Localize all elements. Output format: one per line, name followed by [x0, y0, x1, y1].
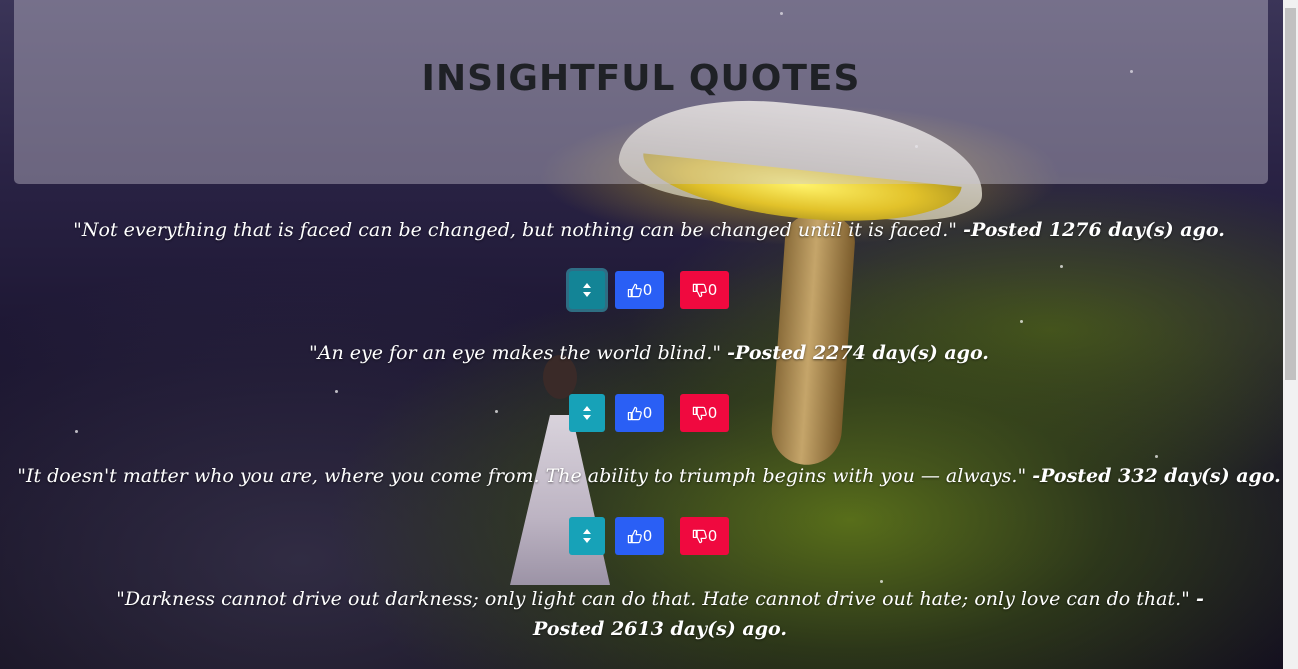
dislike-count: 0 [707, 404, 718, 422]
quote-item: "Not everything that is faced can be cha… [0, 215, 1298, 245]
thumbs-up-icon [627, 529, 642, 543]
like-count: 0 [642, 281, 653, 299]
quote-text: "Darkness cannot drive out darkness; onl… [116, 588, 1190, 610]
thumbs-up-icon [627, 406, 642, 420]
quote-actions: 0 0 [0, 271, 1298, 309]
quote-posted: -Posted 2274 day(s) ago. [727, 342, 989, 364]
quote-item: "Darkness cannot drive out darkness; onl… [100, 584, 1220, 644]
quote-item: "It doesn't matter who you are, where yo… [0, 461, 1298, 491]
quote-actions: 0 0 [0, 517, 1298, 555]
thumbs-down-icon [692, 529, 707, 543]
quote-text: "Not everything that is faced can be cha… [73, 219, 958, 241]
dislike-button[interactable]: 0 [680, 394, 729, 432]
dislike-count: 0 [707, 527, 718, 545]
like-count: 0 [642, 527, 653, 545]
quote-posted: -Posted 332 day(s) ago. [1032, 465, 1281, 487]
sort-icon [583, 283, 591, 297]
quote-text: "An eye for an eye makes the world blind… [309, 342, 722, 364]
quote-actions: 0 0 [0, 394, 1298, 432]
quote-item: "An eye for an eye makes the world blind… [0, 338, 1298, 368]
page-title: INSIGHTFUL QUOTES [421, 58, 861, 99]
dislike-button[interactable]: 0 [680, 271, 729, 309]
page-scrollbar[interactable] [1283, 0, 1298, 669]
header-banner: INSIGHTFUL QUOTES [14, 0, 1268, 184]
dislike-button[interactable]: 0 [680, 517, 729, 555]
sort-button[interactable] [569, 271, 605, 309]
like-count: 0 [642, 404, 653, 422]
like-button[interactable]: 0 [615, 394, 664, 432]
thumbs-down-icon [692, 406, 707, 420]
like-button[interactable]: 0 [615, 271, 664, 309]
sort-icon [583, 529, 591, 543]
scrollbar-thumb[interactable] [1285, 8, 1296, 380]
thumbs-down-icon [692, 283, 707, 297]
quote-posted: -Posted 1276 day(s) ago. [963, 219, 1225, 241]
sort-button[interactable] [569, 517, 605, 555]
sort-button[interactable] [569, 394, 605, 432]
like-button[interactable]: 0 [615, 517, 664, 555]
quote-text: "It doesn't matter who you are, where yo… [17, 465, 1027, 487]
girl-dress [510, 415, 610, 585]
dislike-count: 0 [707, 281, 718, 299]
sort-icon [583, 406, 591, 420]
thumbs-up-icon [627, 283, 642, 297]
